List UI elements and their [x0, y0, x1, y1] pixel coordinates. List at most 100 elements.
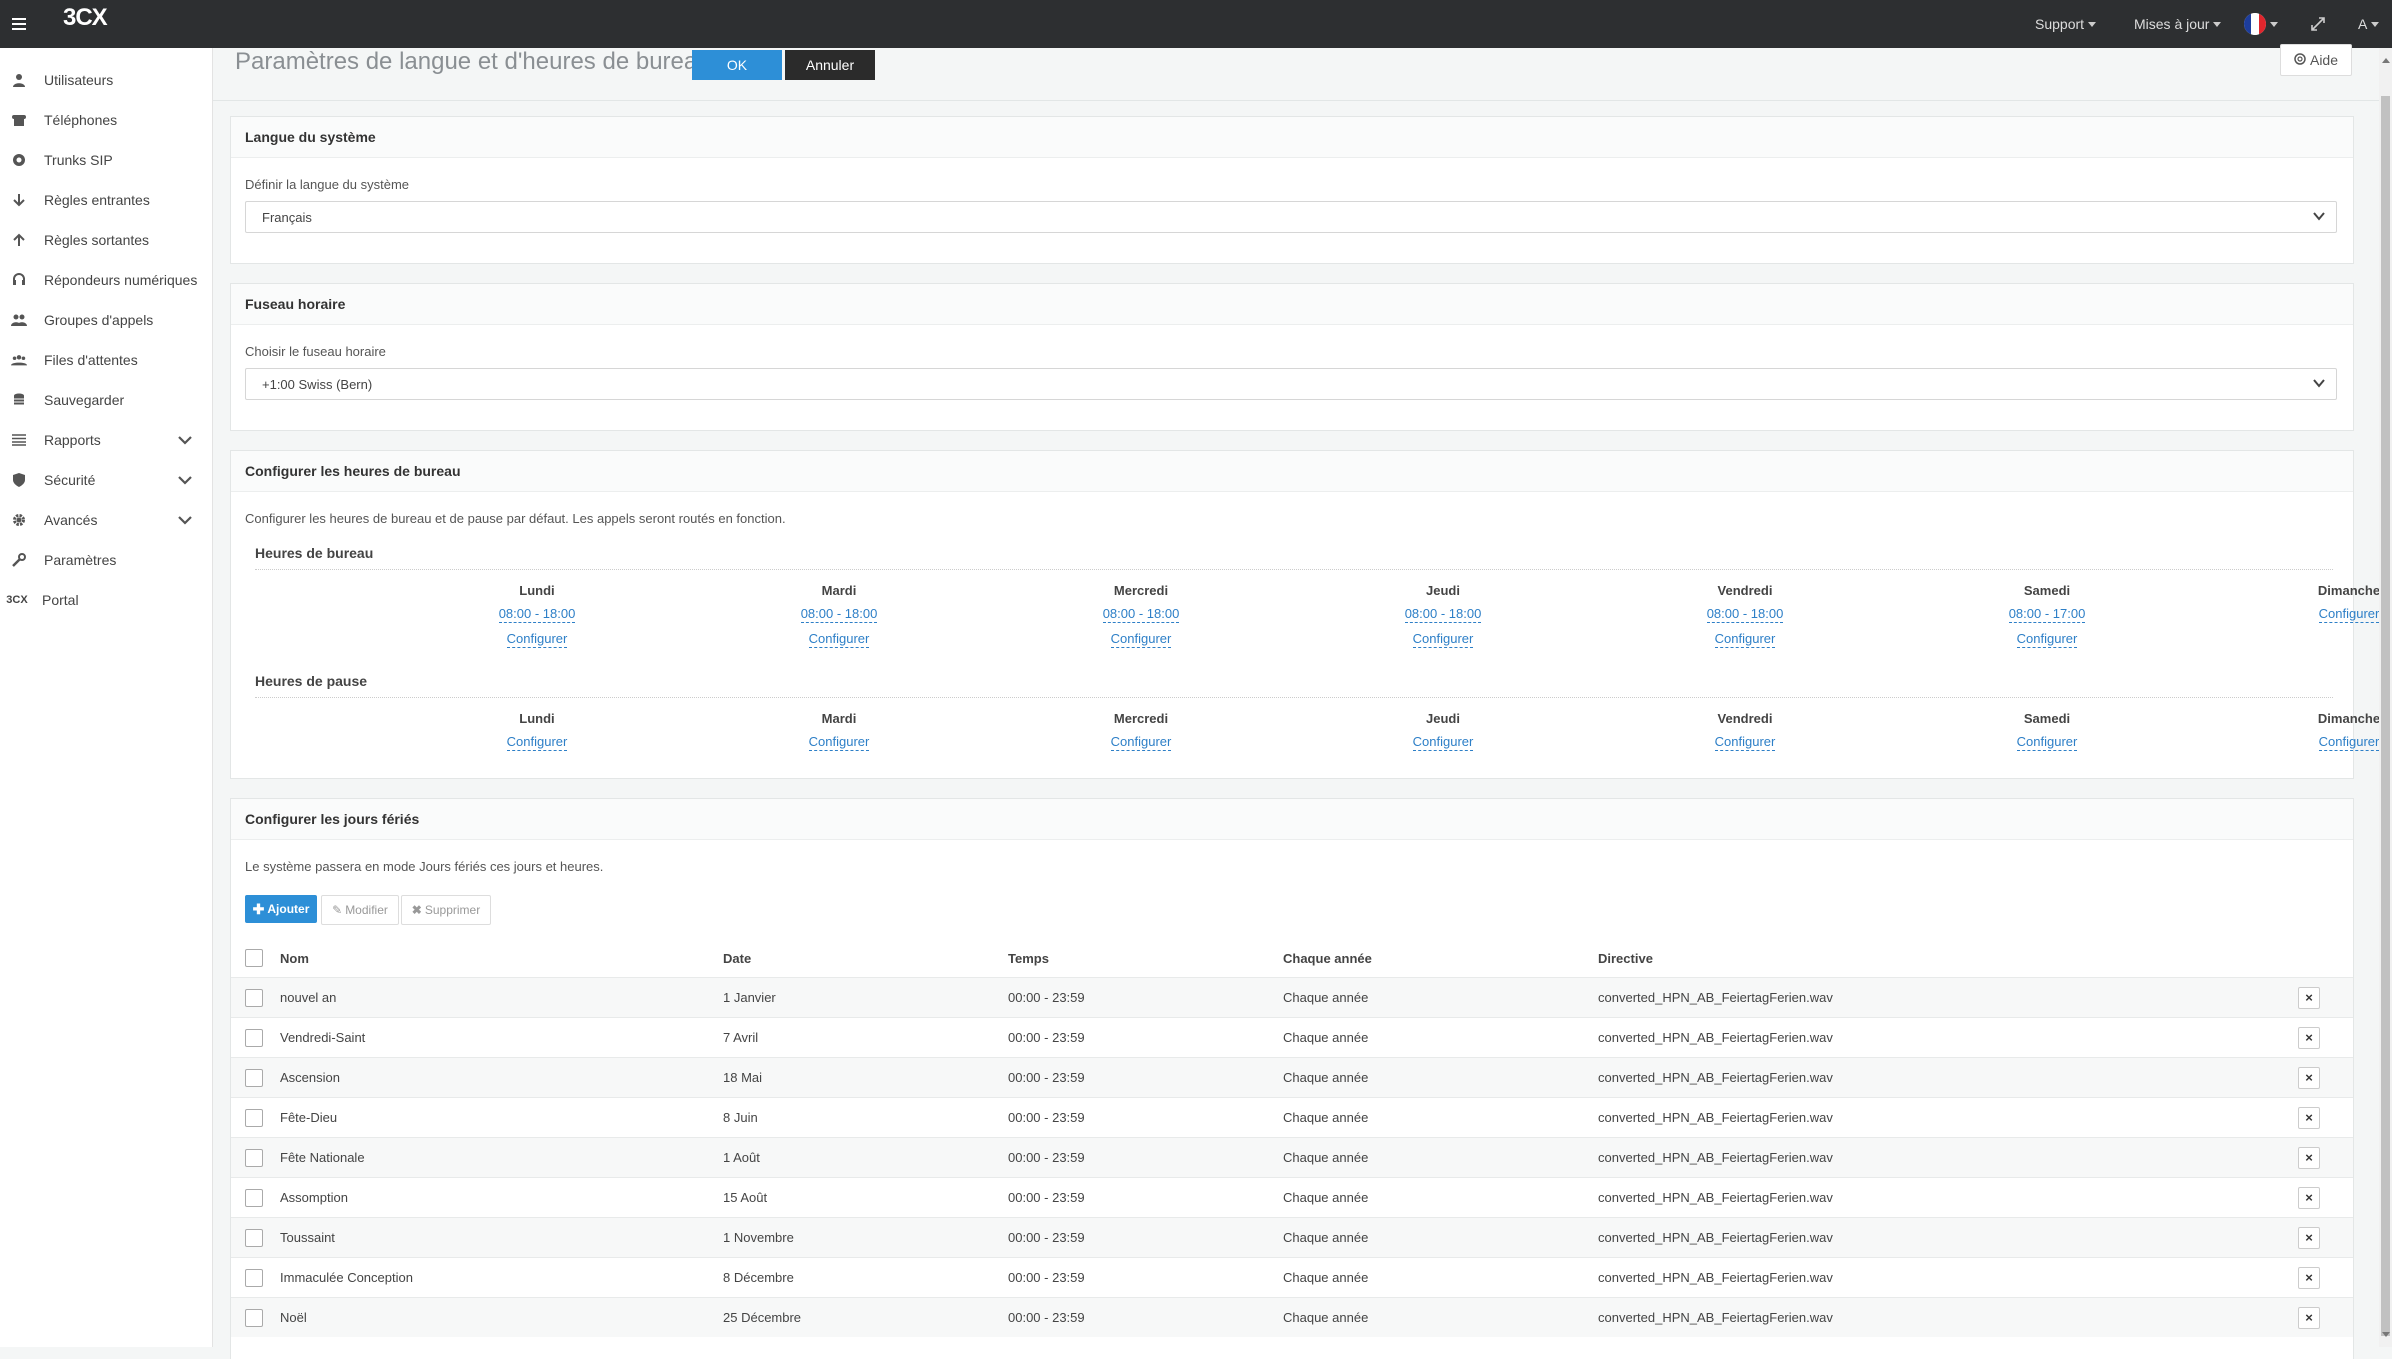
cell-name: nouvel an — [280, 977, 723, 1018]
configure-break-hours-link[interactable]: Configurer — [506, 734, 568, 751]
delete-row-icon[interactable]: × — [2298, 986, 2320, 1009]
column-header-date[interactable]: Date — [723, 939, 1008, 978]
pencil-icon: ✎ — [332, 903, 343, 917]
user-menu[interactable]: A — [2358, 0, 2380, 48]
delete-row-icon[interactable]: × — [2298, 1186, 2320, 1209]
chevron-down-icon[interactable] — [178, 512, 192, 528]
help-button[interactable]: Aide — [2280, 44, 2352, 76]
chevron-down-icon[interactable] — [178, 472, 192, 488]
arrow-up-icon — [11, 232, 27, 248]
sidebar-item-call-queues[interactable]: Files d'attentes — [0, 340, 212, 380]
office-hours-range-link[interactable]: 08:00 - 17:00 — [2008, 606, 2086, 623]
scroll-down-arrow-icon[interactable] — [2382, 1332, 2390, 1337]
row-checkbox[interactable] — [245, 1228, 263, 1247]
add-holiday-button[interactable]: ✚ Ajouter — [245, 895, 317, 923]
select-all-checkbox[interactable] — [245, 949, 263, 967]
menu-icon[interactable] — [12, 12, 26, 36]
table-row[interactable]: Vendredi-Saint 7 Avril 00:00 - 23:59 Chaque… — [231, 1017, 2353, 1058]
support-menu[interactable]: Support — [2035, 0, 2097, 48]
table-row[interactable]: Noël 25 Décembre 00:00 - 23:59 Chaque année… — [231, 1297, 2353, 1337]
row-checkbox[interactable] — [245, 1268, 263, 1287]
column-header-yearly[interactable]: Chaque année — [1283, 939, 1598, 978]
delete-row-icon[interactable]: × — [2298, 1306, 2320, 1329]
table-row[interactable]: Fête-Dieu 8 Juin 00:00 - 23:59 Chaque année… — [231, 1097, 2353, 1138]
configure-break-hours-link[interactable]: Configurer — [1412, 734, 1474, 751]
sidebar-item-ring-groups[interactable]: Groupes d'appels — [0, 300, 212, 340]
cell-time: 00:00 - 23:59 — [1008, 1257, 1283, 1298]
cell-date: 1 Novembre — [723, 1217, 1008, 1258]
row-checkbox[interactable] — [245, 1068, 263, 1087]
cell-date: 7 Avril — [723, 1017, 1008, 1058]
configure-office-hours-link[interactable]: Configurer — [2318, 606, 2380, 623]
table-row[interactable]: Ascension 18 Mai 00:00 - 23:59 Chaque année… — [231, 1057, 2353, 1098]
configure-office-hours-link[interactable]: Configurer — [506, 631, 568, 648]
updates-menu[interactable]: Mises à jour — [2134, 0, 2222, 48]
ok-button[interactable]: OK — [692, 50, 782, 80]
table-row[interactable]: Immaculée Conception 8 Décembre 00:00 - 23… — [231, 1257, 2353, 1298]
sidebar-item-reports[interactable]: Rapports — [0, 420, 212, 460]
delete-holiday-button[interactable]: ✖ Supprimer — [401, 895, 491, 925]
sidebar-item-phones[interactable]: Téléphones — [0, 100, 212, 140]
office-hours-range-link[interactable]: 08:00 - 18:00 — [498, 606, 576, 623]
chevron-down-icon[interactable] — [178, 432, 192, 448]
sidebar-item-users[interactable]: Utilisateurs — [0, 60, 212, 100]
sidebar-item-outbound-rules[interactable]: Règles sortantes — [0, 220, 212, 260]
column-header-name[interactable]: Nom — [280, 939, 723, 978]
table-row[interactable]: Fête Nationale 1 Août 00:00 - 23:59 Chaque … — [231, 1137, 2353, 1178]
table-row[interactable]: Toussaint 1 Novembre 00:00 - 23:59 Chaque a… — [231, 1217, 2353, 1258]
timezone-select[interactable]: +1:00 Swiss (Bern) — [245, 368, 2337, 400]
sidebar-item-backup[interactable]: Sauvegarder — [0, 380, 212, 420]
delete-row-icon[interactable]: × — [2298, 1066, 2320, 1089]
delete-row-icon[interactable]: × — [2298, 1106, 2320, 1129]
table-row[interactable]: nouvel an 1 Janvier 00:00 - 23:59 Chaque an… — [231, 977, 2353, 1018]
configure-break-hours-link[interactable]: Configurer — [2016, 734, 2078, 751]
row-checkbox[interactable] — [245, 1308, 263, 1327]
table-row[interactable]: Assomption 15 Août 00:00 - 23:59 Chaque ann… — [231, 1177, 2353, 1218]
sidebar-item-advanced[interactable]: Avancés — [0, 500, 212, 540]
fullscreen-icon[interactable] — [2310, 0, 2326, 48]
delete-row-icon[interactable]: × — [2298, 1146, 2320, 1169]
scrollbar-thumb[interactable] — [2381, 96, 2390, 1336]
configure-break-hours-link[interactable]: Configurer — [2318, 734, 2380, 751]
configure-office-hours-link[interactable]: Configurer — [1714, 631, 1776, 648]
column-header-prompt[interactable]: Directive — [1598, 939, 2298, 978]
edit-holiday-button[interactable]: ✎ Modifier — [321, 895, 399, 925]
day-name: Jeudi — [1426, 583, 1460, 598]
language-flag-menu[interactable] — [2244, 0, 2278, 48]
office-hours-range-link[interactable]: 08:00 - 18:00 — [800, 606, 878, 623]
delete-row-icon[interactable]: × — [2298, 1266, 2320, 1289]
language-select[interactable]: Français — [245, 201, 2337, 233]
scroll-up-arrow-icon[interactable] — [2382, 58, 2390, 63]
configure-office-hours-link[interactable]: Configurer — [808, 631, 870, 648]
cancel-button[interactable]: Annuler — [785, 50, 875, 80]
configure-break-hours-link[interactable]: Configurer — [1714, 734, 1776, 751]
row-checkbox[interactable] — [245, 1188, 263, 1207]
configure-office-hours-link[interactable]: Configurer — [1110, 631, 1172, 648]
row-checkbox[interactable] — [245, 1148, 263, 1167]
sidebar-item-inbound-rules[interactable]: Règles entrantes — [0, 180, 212, 220]
configure-break-hours-link[interactable]: Configurer — [808, 734, 870, 751]
3cx-logo[interactable]: 3CX — [63, 4, 108, 32]
cell-name: Fête-Dieu — [280, 1097, 723, 1138]
office-hours-range-link[interactable]: 08:00 - 18:00 — [1102, 606, 1180, 623]
office-hours-range-link[interactable]: 08:00 - 18:00 — [1404, 606, 1482, 623]
sidebar-item-security[interactable]: Sécurité — [0, 460, 212, 500]
cell-time: 00:00 - 23:59 — [1008, 977, 1283, 1018]
cell-prompt: converted_HPN_AB_FeiertagFerien.wav — [1598, 1177, 2298, 1218]
column-header-time[interactable]: Temps — [1008, 939, 1283, 978]
configure-office-hours-link[interactable]: Configurer — [2016, 631, 2078, 648]
delete-row-icon[interactable]: × — [2298, 1026, 2320, 1049]
sidebar-item-sip-trunks[interactable]: Trunks SIP — [0, 140, 212, 180]
user-icon — [11, 72, 27, 88]
configure-office-hours-link[interactable]: Configurer — [1412, 631, 1474, 648]
row-checkbox[interactable] — [245, 988, 263, 1007]
sidebar-item-portal[interactable]: 3CX Portal — [0, 580, 212, 620]
page-scrollbar[interactable] — [2379, 48, 2392, 1347]
configure-break-hours-link[interactable]: Configurer — [1110, 734, 1172, 751]
office-hours-range-link[interactable]: 08:00 - 18:00 — [1706, 606, 1784, 623]
sidebar-item-digital-receptionists[interactable]: Répondeurs numériques — [0, 260, 212, 300]
row-checkbox[interactable] — [245, 1108, 263, 1127]
row-checkbox[interactable] — [245, 1028, 263, 1047]
sidebar-item-settings[interactable]: Paramètres — [0, 540, 212, 580]
delete-row-icon[interactable]: × — [2298, 1226, 2320, 1249]
